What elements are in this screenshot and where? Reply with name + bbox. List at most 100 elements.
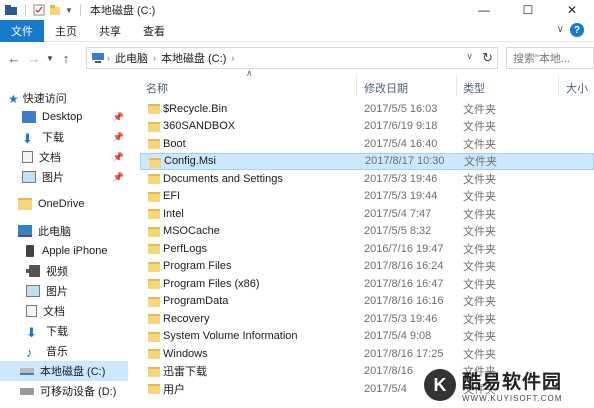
file-date: 2017/5/3 19:46 xyxy=(364,312,438,325)
file-row[interactable]: Documents and Settings 2017/5/3 19:46 文件… xyxy=(140,170,594,188)
file-date: 2017/5/4 9:08 xyxy=(364,330,432,343)
tab-home[interactable]: 主页 xyxy=(44,20,88,42)
file-date: 2017/8/16 16:47 xyxy=(364,277,444,290)
file-row[interactable]: Boot 2017/5/4 16:40 文件夹 xyxy=(140,135,594,153)
recent-locations-button[interactable]: ▼ xyxy=(44,47,56,69)
watermark-url: WWW.KUYISOFT.COM xyxy=(462,394,563,403)
file-date: 2017/8/17 10:30 xyxy=(365,155,445,168)
up-button[interactable]: ↑ xyxy=(56,47,76,69)
nav-item-label: 图片 xyxy=(42,172,64,184)
document-icon xyxy=(22,151,33,163)
properties-icon[interactable] xyxy=(33,4,45,16)
file-name: Config.Msi xyxy=(164,155,216,168)
nav-pictures-pc[interactable]: 图片 xyxy=(0,281,128,301)
chevron-right-icon[interactable]: › xyxy=(107,53,110,63)
file-type: 文件夹 xyxy=(463,331,496,344)
nav-downloads-pc[interactable]: ⬇ 下载 xyxy=(0,321,128,341)
navigation-bar: ← → ▼ ↑ › 此电脑 › 本地磁盘 (C:) › ∨ ↻ 搜索"本地... xyxy=(0,42,594,74)
column-header-date[interactable]: 修改日期 xyxy=(364,80,408,96)
nav-downloads[interactable]: ⬇ 下载 📌 xyxy=(0,127,128,147)
breadcrumb-local-disk[interactable]: 本地磁盘 (C:) xyxy=(161,50,226,66)
explorer-icon xyxy=(5,5,17,15)
nav-apple-iphone[interactable]: Apple iPhone xyxy=(0,241,128,261)
file-row[interactable]: MSOCache 2017/5/5 8:32 文件夹 xyxy=(140,223,594,241)
column-header-type[interactable]: 类型 xyxy=(463,80,485,96)
file-date: 2017/8/16 17:25 xyxy=(364,347,444,360)
folder-icon xyxy=(148,296,160,307)
forward-button[interactable]: → xyxy=(24,47,44,69)
nav-desktop[interactable]: Desktop 📌 xyxy=(0,107,128,127)
folder-icon xyxy=(148,244,160,254)
new-folder-icon[interactable] xyxy=(49,4,61,16)
nav-pictures[interactable]: 图片 📌 xyxy=(0,167,128,187)
folder-icon xyxy=(148,314,160,324)
file-row[interactable]: Program Files 2017/8/16 16:24 文件夹 xyxy=(140,258,594,276)
pin-icon[interactable]: 📌 xyxy=(113,112,124,123)
column-header-size[interactable]: 大小 xyxy=(566,80,588,96)
file-name: System Volume Information xyxy=(163,330,298,343)
file-row[interactable]: Recovery 2017/5/3 19:46 文件夹 xyxy=(140,310,594,328)
nav-removable-d[interactable]: 可移动设备 (D:) xyxy=(0,381,128,401)
pin-icon[interactable]: 📌 xyxy=(113,172,124,183)
chevron-right-icon[interactable]: › xyxy=(231,53,234,63)
file-row[interactable]: EFI 2017/5/3 19:44 文件夹 xyxy=(140,188,594,206)
maximize-button[interactable]: ☐ xyxy=(506,0,550,20)
nav-local-disk-c[interactable]: 本地磁盘 (C:) xyxy=(0,361,128,381)
address-bar[interactable]: › 此电脑 › 本地磁盘 (C:) › ∨ ↻ xyxy=(86,47,498,69)
nav-documents[interactable]: 文档 📌 xyxy=(0,147,128,167)
watermark-text-block: 酷易软件园 WWW.KUYISOFT.COM xyxy=(462,367,562,403)
back-button[interactable]: ← xyxy=(4,47,24,69)
close-button[interactable]: ✕ xyxy=(550,0,594,20)
file-row[interactable]: Windows 2017/8/16 17:25 文件夹 xyxy=(140,345,594,363)
file-date: 2017/5/4 16:40 xyxy=(364,137,438,150)
computer-icon xyxy=(92,53,104,63)
nav-documents-pc[interactable]: 文档 xyxy=(0,301,128,321)
nav-this-pc[interactable]: 此电脑 xyxy=(0,221,128,241)
watermark: K 酷易软件园 WWW.KUYISOFT.COM xyxy=(424,362,594,408)
tab-share[interactable]: 共享 xyxy=(88,20,132,42)
nav-quick-access[interactable]: ★ 快速访问 xyxy=(0,88,128,108)
customize-toolbar-icon[interactable]: ▼ xyxy=(65,6,73,15)
file-name: $Recycle.Bin xyxy=(163,102,228,115)
file-type: 文件夹 xyxy=(463,138,496,151)
desktop-folder-icon xyxy=(22,111,36,123)
pin-icon[interactable]: 📌 xyxy=(113,132,124,143)
file-row[interactable]: $Recycle.Bin 2017/5/5 16:03 文件夹 xyxy=(140,100,594,118)
file-name: Boot xyxy=(163,137,186,150)
tab-view[interactable]: 查看 xyxy=(132,20,176,42)
file-type: 文件夹 xyxy=(463,278,496,291)
file-row[interactable]: System Volume Information 2017/5/4 9:08 … xyxy=(140,328,594,346)
breadcrumb-this-pc[interactable]: 此电脑 xyxy=(115,50,148,66)
refresh-icon[interactable]: ↻ xyxy=(482,50,493,66)
drive-icon xyxy=(20,367,34,375)
nav-item-label: 图片 xyxy=(46,286,68,298)
file-row[interactable]: Intel 2017/5/4 7:47 文件夹 xyxy=(140,205,594,223)
file-date: 2017/5/4 xyxy=(364,382,407,395)
nav-item-label: 文档 xyxy=(39,152,61,164)
nav-videos[interactable]: 视频 xyxy=(0,261,128,281)
column-divider[interactable] xyxy=(356,76,357,96)
nav-onedrive[interactable]: OneDrive xyxy=(0,194,128,214)
expand-ribbon-icon[interactable]: ∨ xyxy=(557,24,564,35)
pin-icon[interactable]: 📌 xyxy=(113,152,124,163)
address-dropdown-icon[interactable]: ∨ xyxy=(466,51,473,62)
toolbar-separator xyxy=(79,4,81,16)
column-header-name[interactable]: 名称 xyxy=(146,80,168,96)
column-divider[interactable] xyxy=(558,76,559,96)
nav-music[interactable]: ♪ 音乐 xyxy=(0,341,128,361)
file-row[interactable]: ProgramData 2017/8/16 16:16 文件夹 xyxy=(140,293,594,311)
file-row-selected[interactable]: Config.Msi 2017/8/17 10:30 文件夹 xyxy=(140,152,594,170)
file-row[interactable]: 360SANDBOX 2017/6/19 9:18 文件夹 xyxy=(140,118,594,136)
nav-item-label: 下载 xyxy=(42,132,64,144)
help-icon[interactable]: ? xyxy=(570,23,584,37)
file-row[interactable]: Program Files (x86) 2017/8/16 16:47 文件夹 xyxy=(140,275,594,293)
file-type: 文件夹 xyxy=(463,173,496,186)
minimize-button[interactable]: — xyxy=(462,0,506,20)
window-title: 本地磁盘 (C:) xyxy=(89,5,156,17)
file-row[interactable]: PerfLogs 2016/7/16 19:47 文件夹 xyxy=(140,240,594,258)
search-input[interactable]: 搜索"本地... xyxy=(506,47,594,69)
file-name: 迅雷下载 xyxy=(163,366,207,379)
column-divider[interactable] xyxy=(456,76,457,96)
tab-file[interactable]: 文件 xyxy=(0,19,44,42)
chevron-right-icon[interactable]: › xyxy=(153,53,156,63)
